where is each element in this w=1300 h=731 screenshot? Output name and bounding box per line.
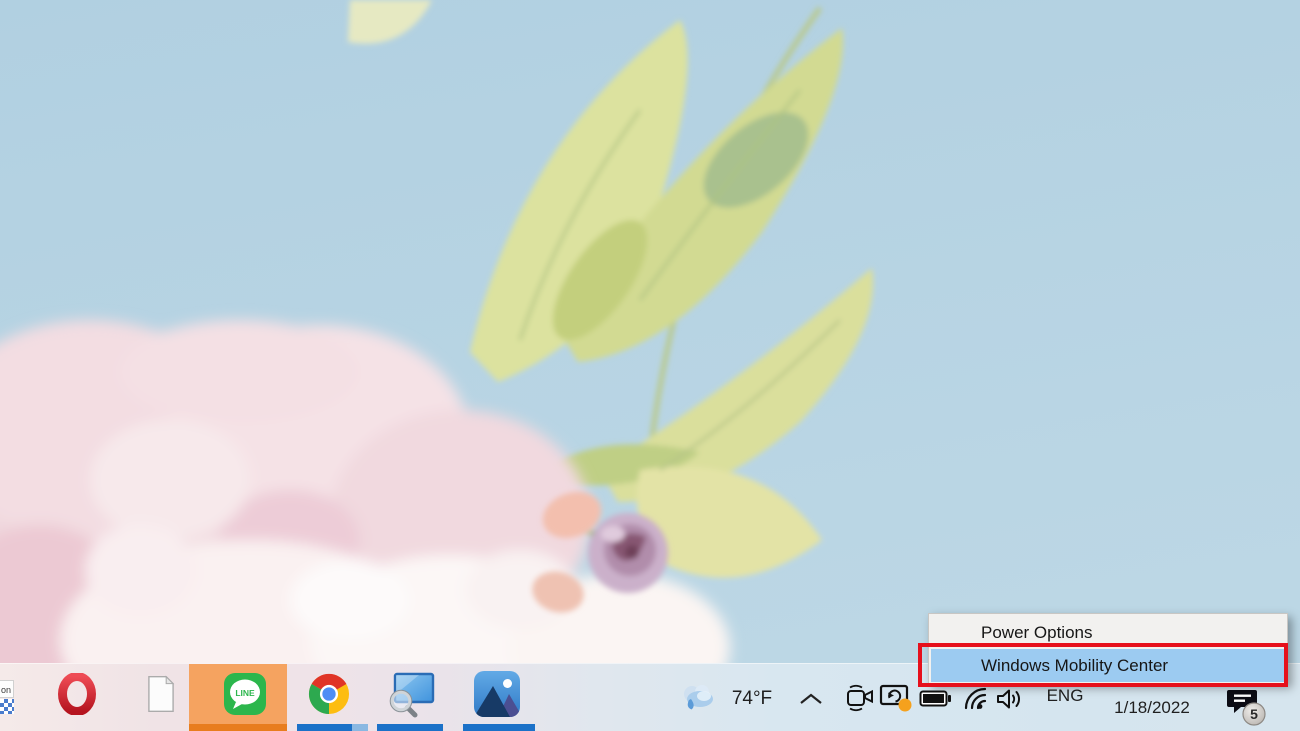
taskbar-document-button[interactable] xyxy=(119,664,203,724)
desktop: on LINE 74°F ENG 1/18/2022 5 Power Optio… xyxy=(0,0,1300,731)
tray-speaker-button[interactable] xyxy=(994,686,1024,712)
screen-magnifier-icon xyxy=(389,672,435,718)
battery-icon xyxy=(919,690,951,706)
screen-search-running-indicator xyxy=(377,724,443,731)
photos-icon xyxy=(474,671,520,717)
update-restart-icon xyxy=(879,684,912,712)
wifi-icon xyxy=(964,687,987,710)
partial-desktop-icon-graphic xyxy=(0,699,14,714)
partial-desktop-icon[interactable]: on xyxy=(0,680,14,714)
opera-icon xyxy=(58,673,96,715)
taskbar-screen-search-button[interactable] xyxy=(371,664,455,731)
tray-clock-date[interactable]: 1/18/2022 xyxy=(1102,698,1202,718)
taskbar-line-button[interactable]: LINE xyxy=(189,664,287,731)
menu-item-label: Power Options xyxy=(981,623,1093,642)
tray-weather-button[interactable] xyxy=(678,682,718,714)
svg-text:LINE: LINE xyxy=(235,688,255,698)
photos-running-indicator xyxy=(463,724,535,731)
weather-icon xyxy=(684,685,713,710)
chevron-up-icon xyxy=(800,693,822,704)
tray-show-hidden-icons-button[interactable] xyxy=(797,690,825,708)
tray-update-restart-button[interactable] xyxy=(878,683,914,713)
tray-language-button[interactable]: ENG xyxy=(1040,686,1090,706)
speaker-icon xyxy=(997,689,1021,709)
update-badge xyxy=(898,698,912,712)
partial-desktop-icon-label: on xyxy=(0,680,14,698)
notification-icon: 5 xyxy=(1227,690,1266,726)
chrome-running-indicator xyxy=(297,724,352,731)
tray-wifi-button[interactable] xyxy=(958,686,990,712)
taskbar-photos-button[interactable] xyxy=(455,664,539,731)
svg-text:5: 5 xyxy=(1250,706,1258,722)
menu-item-label: Windows Mobility Center xyxy=(981,656,1169,675)
menu-item-windows-mobility-center[interactable]: Windows Mobility Center xyxy=(931,649,1285,682)
chrome-icon xyxy=(308,673,350,715)
taskbar-opera-button[interactable] xyxy=(35,664,119,724)
battery-context-menu: Power Options Windows Mobility Center xyxy=(928,613,1288,684)
line-running-indicator xyxy=(189,724,287,731)
menu-item-power-options[interactable]: Power Options xyxy=(929,616,1287,649)
tray-battery-button[interactable] xyxy=(918,688,952,708)
tray-notification-button[interactable]: 5 xyxy=(1224,688,1268,728)
tray-camera-button[interactable] xyxy=(844,682,876,714)
taskbar-chrome-button[interactable] xyxy=(287,664,371,731)
chrome-running-indicator-2 xyxy=(352,724,368,731)
tray-temperature[interactable]: 74°F xyxy=(722,688,782,710)
document-icon xyxy=(148,675,175,712)
line-icon: LINE xyxy=(224,673,266,715)
camera-icon xyxy=(847,684,873,712)
